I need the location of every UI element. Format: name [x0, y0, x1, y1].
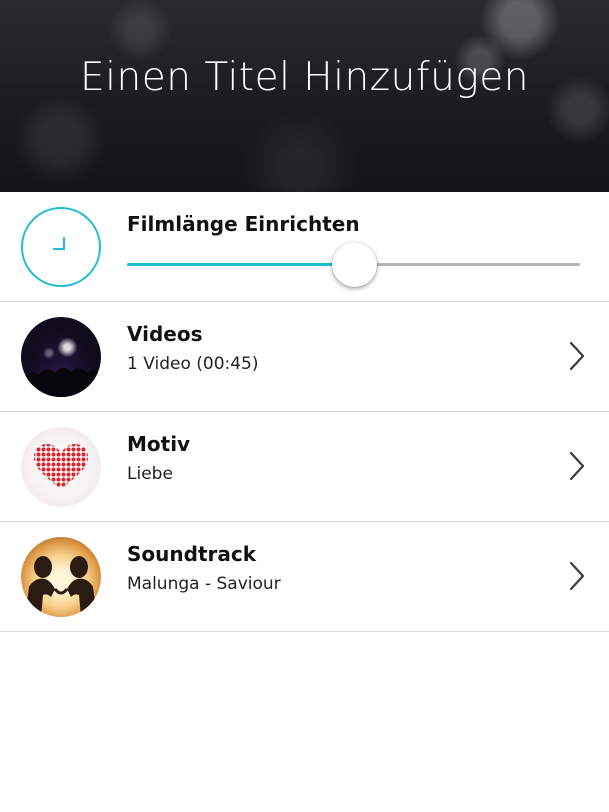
duration-slider[interactable]	[127, 242, 580, 287]
duration-row: Filmlänge Einrichten	[0, 192, 609, 302]
header-banner[interactable]: Einen Titel Hinzufügen	[0, 0, 609, 192]
list-item-videos[interactable]: Videos 1 Video (00:45)	[0, 302, 609, 412]
slider-fill	[127, 263, 354, 266]
list-item-subtitle: Malunga - Saviour	[127, 574, 281, 594]
duration-label: Filmlänge Einrichten	[127, 212, 360, 236]
clock-hand	[53, 237, 65, 250]
concert-photo	[21, 317, 101, 397]
couple-silhouette-photo	[21, 537, 101, 617]
hearts-image	[21, 427, 101, 507]
list-item-title: Motiv	[127, 432, 191, 456]
list-item-subtitle: Liebe	[127, 464, 173, 484]
chevron-right-icon[interactable]	[565, 560, 589, 592]
page-title[interactable]: Einen Titel Hinzufügen	[0, 55, 609, 100]
couple-silhouette-icon	[25, 556, 97, 617]
clock-icon	[21, 207, 101, 287]
chevron-right-icon[interactable]	[565, 340, 589, 372]
list-item-subtitle: 1 Video (00:45)	[127, 354, 259, 374]
list-item-soundtrack[interactable]: Soundtrack Malunga - Saviour	[0, 522, 609, 632]
list-item-title: Videos	[127, 322, 203, 346]
list-item-motiv[interactable]: Motiv Liebe	[0, 412, 609, 522]
heart-icon	[34, 444, 88, 489]
list-item-title: Soundtrack	[127, 542, 257, 566]
chevron-right-icon[interactable]	[565, 450, 589, 482]
crowd-silhouette-icon	[21, 367, 101, 397]
slider-knob[interactable]	[332, 242, 377, 287]
